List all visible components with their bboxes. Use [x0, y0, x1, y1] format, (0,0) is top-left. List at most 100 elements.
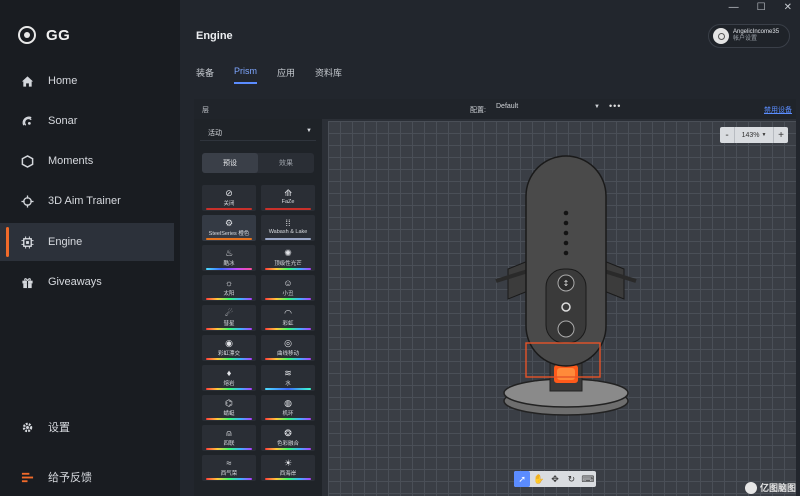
move-icon[interactable]: ✥	[547, 471, 563, 487]
preset-label: Wabash & Lake	[268, 229, 308, 235]
sidebar-item-label: Sonar	[48, 115, 78, 127]
sidebar-item-aim-trainer[interactable]: 3D Aim Trainer	[0, 182, 174, 220]
preset-icon: ◎	[284, 338, 292, 348]
preset-color-bar	[206, 328, 252, 330]
hand-icon[interactable]: ✋	[530, 471, 546, 487]
preset-tile[interactable]: ✺ 顶级性光芒	[261, 245, 315, 271]
preset-label: 顶级性光芒	[274, 261, 302, 267]
activity-value: 活动	[208, 130, 222, 137]
config-value: Default	[496, 103, 519, 110]
config-dropdown[interactable]: Default ▼	[496, 103, 600, 115]
select-icon[interactable]: ➚	[514, 471, 531, 487]
feedback-icon	[20, 470, 34, 484]
preset-label: 小丑	[282, 291, 294, 297]
maximize-button[interactable]: ☐	[757, 2, 766, 13]
preset-tile[interactable]: ◉ 彩虹漂交	[202, 335, 256, 361]
mic-mute-icon	[557, 320, 575, 338]
tab-presets[interactable]: 预设	[202, 153, 258, 173]
mic-led	[563, 250, 569, 256]
account-button[interactable]: AngelicIncome35 帐户设置	[708, 24, 790, 48]
preset-tile[interactable]: ⁞⁞ Wabash & Lake	[261, 215, 315, 241]
preset-icon: ❂	[284, 428, 292, 438]
preset-tile[interactable]: ◍ 机环	[261, 395, 315, 421]
tab-effects[interactable]: 效果	[258, 153, 314, 173]
preset-icon: ♨	[224, 248, 234, 258]
preset-tile[interactable]: ≈ 西气荣	[202, 455, 256, 481]
preset-tile[interactable]: ☺ 小丑	[261, 275, 315, 301]
preset-tile[interactable]: ☼ 太阳	[202, 275, 256, 301]
preset-tile[interactable]: ♨ 酷冰	[202, 245, 256, 271]
preset-tile[interactable]: ⊘ 关闭	[202, 185, 256, 211]
presets-effects-toggle: 预设 效果	[202, 153, 314, 173]
preset-icon: ◉	[225, 338, 233, 348]
preset-icon: ✺	[284, 248, 292, 258]
preset-icon: ☄	[224, 308, 234, 318]
disable-device-link[interactable]: 禁用设备	[764, 105, 792, 115]
preset-grid: ⊘ 关闭 ⟰ FaZe ⚙ SteelSeries 橙色 ⁞⁞ Wabash & Lake ♨ 酷…	[202, 185, 316, 481]
preset-icon: ⍝	[226, 428, 232, 438]
shock-mount-right	[603, 260, 625, 300]
preset-tile[interactable]: ⌬ 蜻蜓	[202, 395, 256, 421]
sidebar-item-feedback[interactable]: 给予反馈	[0, 462, 174, 492]
preset-tile[interactable]: ♦ 熔岩	[202, 365, 256, 391]
account-settings-label: 帐户设置	[733, 36, 758, 42]
watermark-text: 亿图脑图	[759, 483, 796, 493]
tab-apps[interactable]: 应用	[277, 66, 295, 84]
preset-label: 曲线移动	[276, 351, 299, 357]
preset-label: 西海岸	[279, 471, 297, 477]
config-label: 配置:	[470, 107, 486, 114]
preset-tile[interactable]: ⍝ 四联	[202, 425, 256, 451]
preset-tile[interactable]: ☀ 西海岸	[261, 455, 315, 481]
preset-icon: ◍	[284, 398, 292, 408]
hexagon-icon	[20, 154, 34, 168]
preset-label: 关闭	[223, 201, 235, 207]
device-canvas[interactable]: - 143% ▼ + ↕ ➚ ✋ ✥ ↻ ⌨	[328, 121, 796, 496]
preset-tile[interactable]: ⚙ SteelSeries 橙色	[202, 215, 256, 241]
preset-color-bar	[265, 298, 311, 300]
user-name: AngelicIncome35	[733, 29, 780, 35]
tab-devices[interactable]: 装备	[196, 66, 214, 84]
tab-library[interactable]: 资料库	[315, 66, 342, 84]
panel-header: 层 配置: Default ▼ ••• 禁用设备	[194, 99, 796, 119]
preset-label: 酷冰	[223, 261, 235, 267]
preset-icon: ☺	[283, 278, 293, 288]
preset-label: 彩虹	[282, 321, 294, 327]
sidebar-item-settings[interactable]: 设置	[0, 412, 174, 442]
tab-prism[interactable]: Prism	[234, 66, 258, 84]
preset-color-bar	[206, 358, 252, 360]
preset-icon: ☼	[224, 278, 234, 288]
preset-tile[interactable]: ◠ 彩虹	[261, 305, 315, 331]
rotate-icon[interactable]: ↻	[563, 471, 579, 487]
close-button[interactable]: ✕	[784, 2, 792, 13]
preset-icon: ≋	[284, 368, 292, 378]
preset-tile[interactable]: ≋ 水	[261, 365, 315, 391]
preset-tile[interactable]: ❂ 色彩融合	[261, 425, 315, 451]
preset-label: 太阳	[223, 291, 235, 297]
settings-label: 设置	[48, 422, 70, 434]
preset-color-bar	[206, 478, 252, 480]
sidebar-item-giveaways[interactable]: Giveaways	[0, 263, 174, 301]
chevron-down-icon: ▼	[594, 104, 600, 110]
preset-color-bar	[265, 388, 311, 390]
preset-label: 彗星	[223, 321, 235, 327]
preset-label: 机环	[282, 411, 294, 417]
keyboard-icon[interactable]: ⌨	[580, 471, 596, 487]
sidebar-item-engine[interactable]: Engine	[0, 223, 174, 261]
preset-color-bar	[265, 208, 311, 210]
preset-tile[interactable]: ⟰ FaZe	[261, 185, 315, 211]
minimize-button[interactable]: —	[729, 2, 739, 13]
sidebar-item-sonar[interactable]: Sonar	[0, 102, 174, 140]
preset-label: FaZe	[281, 199, 295, 205]
page-title: Engine	[196, 30, 233, 42]
preset-color-bar	[206, 418, 252, 420]
sidebar-item-label: Engine	[48, 236, 83, 248]
chevron-down-icon: ▼	[306, 128, 312, 134]
sidebar-item-home[interactable]: Home	[0, 62, 174, 100]
window-controls: — ☐ ✕	[729, 2, 792, 13]
activity-dropdown[interactable]: 活动 ▼	[200, 123, 316, 141]
more-options-button[interactable]: •••	[609, 101, 621, 111]
preset-tile[interactable]: ☄ 彗星	[202, 305, 256, 331]
sidebar-item-label: Giveaways	[48, 276, 102, 288]
sidebar-item-moments[interactable]: Moments	[0, 142, 174, 180]
preset-tile[interactable]: ◎ 曲线移动	[261, 335, 315, 361]
